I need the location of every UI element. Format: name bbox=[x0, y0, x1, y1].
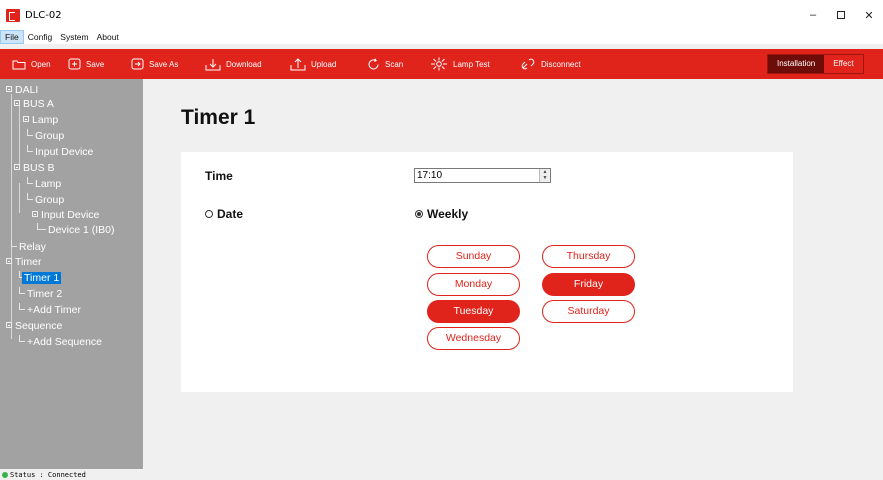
weekly-radio[interactable]: Weekly bbox=[415, 207, 468, 221]
menu-about[interactable]: About bbox=[93, 30, 123, 44]
tree-node-timer-1[interactable]: Timer 1 bbox=[19, 271, 62, 285]
download-button[interactable]: Download bbox=[205, 49, 262, 79]
menu-bar: File Config System About bbox=[0, 30, 883, 44]
menu-system[interactable]: System bbox=[56, 30, 92, 44]
tree-node-bus-b[interactable]: BUS B bbox=[14, 161, 55, 175]
maximize-icon bbox=[837, 11, 845, 19]
collapse-icon bbox=[23, 116, 29, 122]
tree-node-device-1[interactable]: Device 1 (IB0) bbox=[37, 223, 115, 237]
mode-tabs: Installation Effect bbox=[767, 54, 864, 74]
date-radio[interactable]: Date bbox=[205, 207, 243, 221]
time-label: Time bbox=[205, 169, 233, 183]
folder-icon bbox=[12, 60, 26, 69]
scan-label: Scan bbox=[385, 59, 404, 69]
collapse-icon bbox=[6, 86, 12, 92]
tree-node-add-timer[interactable]: +Add Timer bbox=[19, 303, 81, 317]
save-label: Save bbox=[86, 59, 105, 69]
navigation-tree: DALI BUS A Lamp Group Input Device BUS B… bbox=[0, 79, 143, 469]
tree-guide bbox=[19, 183, 20, 213]
weekly-label: Weekly bbox=[427, 207, 469, 221]
day-monday-button[interactable]: Monday bbox=[427, 273, 520, 296]
page-title: Timer 1 bbox=[181, 106, 256, 129]
day-wednesday-button[interactable]: Wednesday bbox=[427, 327, 520, 350]
download-icon bbox=[205, 58, 221, 70]
day-friday-button[interactable]: Friday bbox=[542, 273, 635, 296]
status-text: Status : Connected bbox=[10, 470, 86, 479]
status-bar: Status : Connected bbox=[0, 469, 883, 480]
radio-unchecked-icon bbox=[205, 210, 213, 218]
download-label: Download bbox=[226, 59, 262, 69]
tree-node-sequence[interactable]: Sequence bbox=[6, 319, 62, 333]
tree-node-bus-b-group[interactable]: Group bbox=[27, 193, 64, 207]
app-logo-icon bbox=[6, 8, 20, 22]
menu-config[interactable]: Config bbox=[24, 30, 57, 44]
upload-icon bbox=[290, 57, 306, 70]
disconnect-label: Disconnect bbox=[541, 59, 581, 69]
menu-file[interactable]: File bbox=[0, 30, 24, 44]
tab-installation[interactable]: Installation bbox=[768, 55, 825, 73]
save-as-icon bbox=[131, 58, 144, 70]
close-button[interactable]: ✕ bbox=[855, 0, 883, 30]
save-button[interactable]: Save bbox=[68, 49, 104, 79]
collapse-icon bbox=[6, 322, 12, 328]
save-as-button[interactable]: Save As bbox=[131, 49, 178, 79]
day-thursday-button[interactable]: Thursday bbox=[542, 245, 635, 268]
tree-node-bus-a-group[interactable]: Group bbox=[27, 129, 64, 143]
day-saturday-button[interactable]: Saturday bbox=[542, 300, 635, 323]
save-as-label: Save As bbox=[149, 59, 179, 69]
collapse-icon bbox=[6, 258, 12, 264]
lamp-test-button[interactable]: Lamp Test bbox=[430, 49, 490, 79]
tree-node-add-sequence[interactable]: +Add Sequence bbox=[19, 335, 102, 349]
tree-node-bus-b-input-device[interactable]: Input Device bbox=[32, 208, 99, 222]
window-title: DLC-02 bbox=[25, 9, 62, 21]
upload-button[interactable]: Upload bbox=[290, 49, 336, 79]
refresh-icon bbox=[368, 58, 379, 69]
title-bar: DLC-02 – ✕ bbox=[0, 0, 883, 30]
day-tuesday-button[interactable]: Tuesday bbox=[427, 300, 520, 323]
scan-button[interactable]: Scan bbox=[367, 49, 403, 79]
upload-label: Upload bbox=[311, 59, 337, 69]
date-label: Date bbox=[217, 207, 244, 221]
collapse-icon bbox=[32, 211, 38, 217]
app-window: DLC-02 – ✕ File Config System About Open… bbox=[0, 0, 883, 480]
timer-settings-card: Time 17:10 ▲ ▼ Date Weekly Sunday Monday … bbox=[181, 152, 793, 392]
link-icon bbox=[521, 58, 535, 70]
save-icon bbox=[68, 58, 81, 70]
tree-node-bus-a[interactable]: BUS A bbox=[14, 97, 54, 111]
tree-node-dali[interactable]: DALI bbox=[6, 83, 38, 97]
disconnect-button[interactable]: Disconnect bbox=[520, 49, 581, 79]
day-sunday-button[interactable]: Sunday bbox=[427, 245, 520, 268]
maximize-button[interactable] bbox=[827, 0, 855, 30]
lamp-test-label: Lamp Test bbox=[453, 59, 490, 69]
window-controls: – ✕ bbox=[799, 0, 883, 30]
tree-node-bus-a-lamp[interactable]: Lamp bbox=[23, 113, 58, 127]
tree-node-relay[interactable]: Relay bbox=[11, 240, 46, 254]
open-label: Open bbox=[31, 59, 51, 69]
status-connected-icon bbox=[2, 471, 8, 478]
open-button[interactable]: Open bbox=[12, 49, 51, 79]
tree-node-bus-a-input-device[interactable]: Input Device bbox=[27, 145, 93, 159]
time-input[interactable]: 17:10 ▲ ▼ bbox=[414, 168, 551, 183]
tree-guide bbox=[11, 94, 12, 339]
radio-checked-icon bbox=[415, 210, 423, 218]
tab-effect[interactable]: Effect bbox=[824, 55, 862, 73]
time-spinner[interactable]: ▲ ▼ bbox=[539, 169, 550, 182]
toolbar: Open Save Save As Download Upload Scan L… bbox=[0, 49, 883, 79]
tree-node-timer-2[interactable]: Timer 2 bbox=[19, 287, 62, 301]
minimize-button[interactable]: – bbox=[799, 0, 827, 30]
main-panel: Timer 1 Time 17:10 ▲ ▼ Date Weekly Sunday… bbox=[143, 79, 883, 469]
tree-node-bus-b-lamp[interactable]: Lamp bbox=[27, 177, 61, 191]
collapse-icon bbox=[14, 100, 20, 106]
lamp-test-icon bbox=[431, 57, 447, 71]
collapse-icon bbox=[14, 164, 20, 170]
tree-node-timer[interactable]: Timer bbox=[6, 255, 41, 269]
time-value: 17:10 bbox=[417, 170, 443, 181]
